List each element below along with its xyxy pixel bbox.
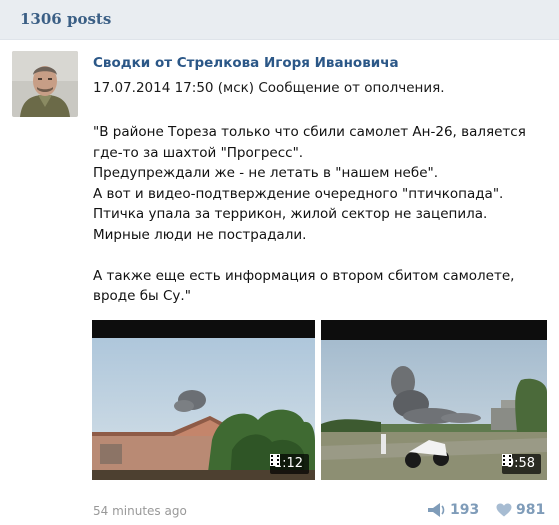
post-text-gap — [93, 245, 553, 266]
wall-post: Сводки от Стрелкова Игоря Ивановича 17.0… — [0, 40, 559, 525]
post-meta: 17.07.2014 17:50 (мск) Сообщение от опол… — [93, 80, 445, 96]
like-button[interactable]: 981 — [496, 502, 545, 518]
avatar-image — [12, 51, 78, 117]
posts-count[interactable]: 1306 posts — [20, 10, 111, 28]
video-attachment-1[interactable]: 1:12 — [92, 320, 315, 480]
post-text-line: где-то за шахтой "Прогресс". — [93, 144, 304, 161]
avatar[interactable] — [12, 51, 78, 117]
post-text: "В районе Тореза только что сбили самоле… — [93, 122, 553, 307]
heart-icon — [496, 503, 512, 517]
post-text-line: Предупреждали же - не летать в "нашем не… — [93, 165, 438, 181]
video-duration-badge: 1:12 — [269, 454, 309, 474]
post-time-link[interactable]: 54 minutes ago — [93, 504, 187, 518]
post-text-line: Мирные люди не пострадали. — [93, 226, 307, 243]
like-count: 981 — [516, 502, 546, 518]
post-footer: 54 minutes ago 193 981 — [0, 500, 559, 525]
wall-header: 1306 posts — [0, 0, 559, 40]
post-text-line: "В районе Тореза только что сбили самоле… — [93, 124, 526, 140]
post-text-line: А также еще есть информация о втором сби… — [93, 267, 515, 284]
post-text-line: А вот и видео-подтверждение очередного "… — [93, 185, 504, 202]
post-text-line: вроде бы Су." — [93, 288, 191, 304]
film-icon — [501, 454, 512, 466]
share-icon — [428, 503, 445, 517]
share-count: 193 — [450, 502, 480, 518]
share-button[interactable]: 193 — [428, 502, 479, 518]
film-icon — [269, 454, 280, 466]
author-name-link[interactable]: Сводки от Стрелкова Игоря Ивановича — [93, 55, 399, 71]
video-duration-badge: 0:58 — [501, 454, 541, 474]
post-text-line: Птичка упала за террикон, жилой сектор н… — [93, 206, 488, 222]
video-attachment-2[interactable]: 0:58 — [321, 320, 547, 480]
